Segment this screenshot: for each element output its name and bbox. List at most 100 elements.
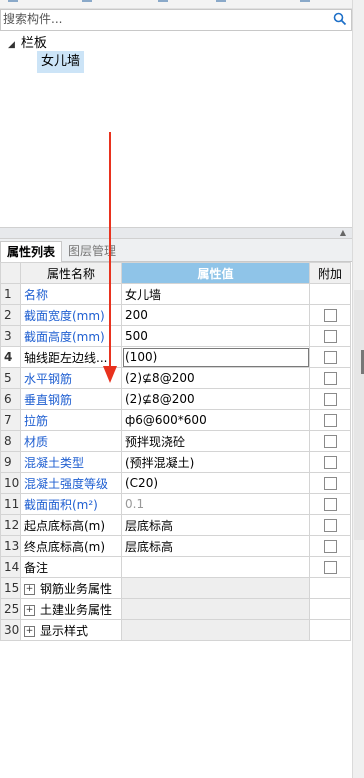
grid-header-value[interactable]: 属性值 (121, 262, 310, 284)
table-row[interactable]: 10 混凝土强度等级 (C20) (0, 472, 351, 494)
tree-expand-arrow-icon[interactable]: ◢ (8, 40, 15, 50)
property-grid: 属性名称 属性值 附加 1 名称 女儿墙 2 截面宽度(mm) 200 3 截面… (0, 262, 351, 641)
table-row-group[interactable]: 15 + 钢筋业务属性 (0, 577, 351, 599)
table-row[interactable]: 2 截面宽度(mm) 200 (0, 304, 351, 326)
add-checkbox[interactable] (323, 372, 337, 385)
add-checkbox[interactable] (323, 351, 337, 364)
property-value[interactable]: 500 (121, 325, 310, 347)
table-row[interactable]: 1 名称 女儿墙 (0, 283, 351, 305)
row-number: 7 (0, 409, 21, 431)
expand-plus-icon[interactable]: + (24, 604, 35, 616)
table-row[interactable]: 3 截面高度(mm) 500 (0, 325, 351, 347)
property-value[interactable] (121, 556, 310, 578)
property-name: 轴线距左边线... (20, 346, 122, 368)
property-name: 材质 (20, 430, 122, 452)
add-checkbox[interactable] (323, 561, 337, 574)
table-row[interactable]: 13 终点底标高(m) 层底标高 (0, 535, 351, 557)
row-number: 1 (0, 283, 21, 305)
property-name: 起点底标高(m) (20, 514, 122, 536)
grid-header-name: 属性名称 (20, 262, 122, 284)
add-cell (309, 283, 351, 305)
tab-layer-management[interactable]: 图层管理 (62, 241, 122, 261)
toolbar-icon-4[interactable] (216, 0, 228, 6)
add-checkbox[interactable] (323, 519, 337, 532)
table-row[interactable]: 4 轴线距左边线... (100) (0, 346, 351, 368)
add-checkbox[interactable] (323, 309, 337, 322)
property-name: 水平钢筋 (20, 367, 122, 389)
panel-pin-icon[interactable]: ▲ (340, 228, 346, 237)
grid-header-index (0, 262, 21, 284)
row-number: 3 (0, 325, 21, 347)
property-name: 终点底标高(m) (20, 535, 122, 557)
table-row[interactable]: 11 截面面积(m²) 0.1 (0, 493, 351, 515)
table-row[interactable]: 5 水平钢筋 (2)⊈8@200 (0, 367, 351, 389)
property-name: 垂直钢筋 (20, 388, 122, 410)
row-number: 2 (0, 304, 21, 326)
property-value[interactable]: (C20) (121, 472, 310, 494)
add-checkbox[interactable] (323, 540, 337, 553)
property-name: 截面面积(m²) (20, 493, 122, 515)
property-name: 混凝土类型 (20, 451, 122, 473)
add-cell (309, 598, 351, 620)
row-number: 4 (0, 346, 21, 368)
row-number: 5 (0, 367, 21, 389)
add-checkbox[interactable] (323, 456, 337, 469)
scrollbar-thumb[interactable] (354, 290, 364, 540)
row-number: 25 (0, 598, 21, 620)
property-value[interactable]: (预拌混凝土) (121, 451, 310, 473)
expand-plus-icon[interactable]: + (24, 625, 35, 637)
toolbar-icon-3[interactable] (158, 0, 170, 6)
table-row[interactable]: 9 混凝土类型 (预拌混凝土) (0, 451, 351, 473)
search-input[interactable] (1, 10, 323, 28)
property-name: 拉筋 (20, 409, 122, 431)
row-number: 9 (0, 451, 21, 473)
vertical-scrollbar[interactable] (352, 0, 364, 778)
table-row[interactable]: 8 材质 预拌现浇砼 (0, 430, 351, 452)
component-search-box (0, 9, 352, 31)
add-checkbox[interactable] (323, 393, 337, 406)
property-value[interactable]: 预拌现浇砼 (121, 430, 310, 452)
add-checkbox[interactable] (323, 477, 337, 490)
property-group-label: 显示样式 (40, 623, 89, 638)
property-value[interactable]: 层底标高 (121, 535, 310, 557)
property-name: 截面高度(mm) (20, 325, 122, 347)
grid-header-add: 附加 (309, 262, 351, 284)
table-row[interactable]: 6 垂直钢筋 (2)⊈8@200 (0, 388, 351, 410)
toolbar-icon-2[interactable] (82, 0, 94, 6)
property-name: 截面宽度(mm) (20, 304, 122, 326)
property-name: 混凝土强度等级 (20, 472, 122, 494)
property-value-editing[interactable]: (100) (121, 346, 310, 368)
property-value (121, 598, 310, 620)
property-value[interactable]: 200 (121, 304, 310, 326)
expand-plus-icon[interactable]: + (24, 583, 35, 595)
property-value[interactable]: (2)⊈8@200 (121, 388, 310, 410)
property-value[interactable]: (2)⊈8@200 (121, 367, 310, 389)
property-value (121, 577, 310, 599)
tree-node-parapet-group[interactable]: ◢ 栏板 (8, 32, 47, 51)
table-row-group[interactable]: 30 + 显示样式 (0, 619, 351, 641)
tree-node-label: 女儿墙 (41, 54, 81, 69)
row-number: 13 (0, 535, 21, 557)
tab-property-list[interactable]: 属性列表 (0, 241, 63, 263)
property-group-label: 土建业务属性 (40, 602, 113, 617)
row-number: 12 (0, 514, 21, 536)
tree-node-label: 栏板 (20, 36, 47, 51)
property-value[interactable]: 层底标高 (121, 514, 310, 536)
tree-node-selected-component[interactable]: 女儿墙 (37, 51, 85, 73)
table-row[interactable]: 14 备注 (0, 556, 351, 578)
table-row[interactable]: 7 拉筋 ф6@600*600 (0, 409, 351, 431)
property-value[interactable]: ф6@600*600 (121, 409, 310, 431)
table-row-group[interactable]: 25 + 土建业务属性 (0, 598, 351, 620)
property-name: 名称 (20, 283, 122, 305)
add-checkbox[interactable] (323, 330, 337, 343)
toolbar-icon-1[interactable] (8, 0, 20, 6)
panel-splitter[interactable]: ▲ (0, 227, 352, 239)
row-number: 8 (0, 430, 21, 452)
toolbar-icon-5[interactable] (300, 0, 312, 6)
add-checkbox[interactable] (323, 414, 337, 427)
search-icon[interactable] (333, 12, 347, 29)
add-checkbox[interactable] (323, 435, 337, 448)
table-row[interactable]: 12 起点底标高(m) 层底标高 (0, 514, 351, 536)
property-value[interactable]: 女儿墙 (121, 283, 310, 305)
add-checkbox[interactable] (323, 498, 337, 511)
